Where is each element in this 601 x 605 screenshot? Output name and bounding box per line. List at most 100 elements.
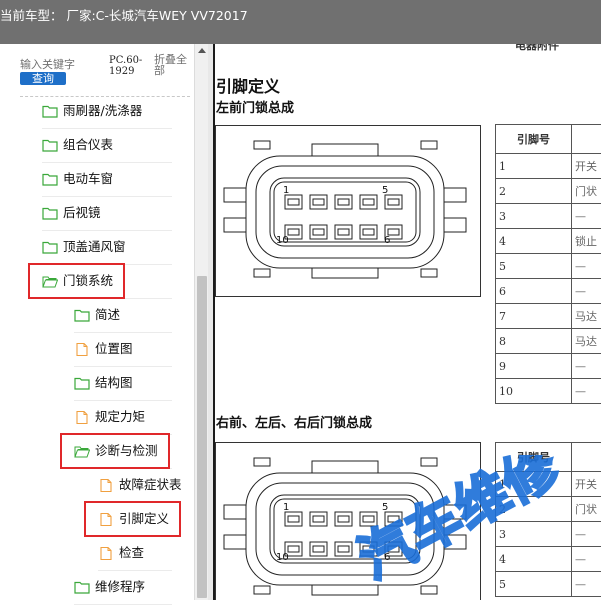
table-header-row: 引脚号 bbox=[496, 125, 601, 154]
pin-cell: 8 bbox=[496, 329, 572, 354]
table-row: 5— bbox=[496, 254, 601, 279]
table-header-row: 引脚号 bbox=[496, 443, 601, 472]
connector-pin-socket bbox=[338, 199, 349, 205]
scrollbar[interactable] bbox=[194, 44, 209, 600]
table-row: 4— bbox=[496, 547, 601, 572]
pin-number-label: 1 bbox=[283, 502, 289, 513]
divider bbox=[42, 230, 172, 231]
scroll-up-arrow-icon[interactable] bbox=[198, 48, 206, 53]
connector-tab bbox=[444, 535, 466, 549]
pin-cell: 2 bbox=[496, 497, 572, 522]
table-row: 9— bbox=[496, 354, 601, 379]
connector-tab bbox=[224, 188, 246, 202]
tree-panel: 输入关键字 查询 PC.60-1929 折叠全部 雨刷器/洗涤器组合仪表电动车窗… bbox=[0, 44, 195, 600]
folder-icon bbox=[74, 376, 90, 389]
document-code: PC.60-1929 bbox=[109, 55, 147, 77]
connector-pin-socket bbox=[388, 199, 399, 205]
table-row: 2门状 bbox=[496, 497, 601, 522]
definition-cell: 马达 bbox=[572, 329, 601, 354]
document-icon bbox=[98, 546, 114, 559]
definition-cell: 锁止 bbox=[572, 229, 601, 254]
table-row: 4锁止 bbox=[496, 229, 601, 254]
search-button[interactable]: 查询 bbox=[20, 72, 66, 85]
column-header bbox=[572, 443, 601, 472]
table-row: 5— bbox=[496, 572, 601, 597]
pin-number-label: 10 bbox=[276, 235, 289, 246]
connector-latch-bottom bbox=[312, 268, 378, 278]
connector-foot bbox=[421, 269, 437, 277]
tree-item-label: 简述 bbox=[95, 305, 120, 325]
pin-cell: 5 bbox=[496, 254, 572, 279]
connector-latch bbox=[312, 461, 378, 473]
tree-item-label: 电动车窗 bbox=[63, 169, 113, 189]
document-icon bbox=[98, 478, 114, 491]
connector-pin-socket bbox=[313, 199, 324, 205]
collapse-all-button[interactable]: 折叠全部 bbox=[154, 54, 192, 76]
highlight-box bbox=[84, 501, 181, 537]
connector-foot bbox=[254, 458, 270, 466]
tree-item-label: 雨刷器/洗涤器 bbox=[63, 101, 142, 121]
table-row: 6— bbox=[496, 279, 601, 304]
connector-foot bbox=[254, 586, 270, 594]
scroll-thumb[interactable] bbox=[197, 276, 207, 598]
divider bbox=[74, 400, 172, 401]
connector-pin-socket bbox=[313, 516, 324, 522]
definition-cell: 开关 bbox=[572, 154, 601, 179]
tree-item-label: 维修程序 bbox=[95, 577, 145, 597]
connector-diagram: 15106 bbox=[216, 126, 480, 296]
section-title: 引脚定义 bbox=[216, 73, 280, 97]
column-header bbox=[572, 125, 601, 154]
connector-tab bbox=[224, 505, 246, 519]
pin-cell: 10 bbox=[496, 379, 572, 404]
connector-foot bbox=[254, 141, 270, 149]
tree-item-label: 检查 bbox=[119, 543, 144, 563]
connector-foot bbox=[421, 458, 437, 466]
highlight-box bbox=[60, 433, 170, 469]
table-row: 1开关 bbox=[496, 154, 601, 179]
connector-diagram-2: 15106 bbox=[216, 443, 480, 600]
definition-cell: — bbox=[572, 572, 601, 597]
connector-latch bbox=[312, 144, 378, 156]
connector-face-inner bbox=[274, 182, 416, 242]
pin-cell: 4 bbox=[496, 229, 572, 254]
connector-pin-socket bbox=[288, 516, 299, 522]
tree-item-label: 故障症状表 bbox=[119, 475, 182, 495]
table-row: 8马达 bbox=[496, 329, 601, 354]
connector-figure-2: 15106 bbox=[215, 442, 481, 600]
pin-cell: 9 bbox=[496, 354, 572, 379]
connector-outer-shell bbox=[246, 473, 444, 585]
definition-cell: — bbox=[572, 547, 601, 572]
definition-cell: 开关 bbox=[572, 472, 601, 497]
definition-cell: — bbox=[572, 379, 601, 404]
divider bbox=[42, 128, 172, 129]
connector-foot bbox=[254, 269, 270, 277]
pin-cell: 1 bbox=[496, 472, 572, 497]
divider bbox=[74, 332, 172, 333]
table-row: 7马达 bbox=[496, 304, 601, 329]
pin-cell: 3 bbox=[496, 522, 572, 547]
definition-cell: 门状 bbox=[572, 179, 601, 204]
connector-figure: 15106 bbox=[215, 125, 481, 297]
column-header: 引脚号 bbox=[496, 443, 572, 472]
folder-icon bbox=[74, 308, 90, 321]
definition-cell: — bbox=[572, 254, 601, 279]
connector-tab bbox=[444, 188, 466, 202]
pin-cell: 5 bbox=[496, 572, 572, 597]
pin-number-label: 10 bbox=[276, 552, 289, 563]
connector-pin-socket bbox=[313, 546, 324, 552]
connector-face-inner bbox=[274, 499, 416, 559]
folder-icon bbox=[42, 104, 58, 117]
divider bbox=[42, 162, 172, 163]
connector-pin-socket bbox=[363, 546, 374, 552]
page-header: 电器附件 bbox=[515, 44, 559, 53]
connector-pin-socket bbox=[338, 546, 349, 552]
highlight-box bbox=[28, 263, 125, 299]
pin-table-1: 引脚号1开关2门状3—4锁止5—6—7马达8马达9—10— bbox=[495, 124, 601, 404]
document-viewer: 电器附件 引脚定义 左前门锁总成 15106 引脚号1开关2门状3—4锁止5—6… bbox=[208, 44, 601, 600]
search-input[interactable]: 输入关键字 bbox=[20, 56, 104, 72]
table-row: 2门状 bbox=[496, 179, 601, 204]
table-row: 10— bbox=[496, 379, 601, 404]
pin-number-label: 5 bbox=[382, 185, 388, 196]
definition-cell: 门状 bbox=[572, 497, 601, 522]
window-title: 当前车型： 厂家:C-长城汽车WEY VV72017 bbox=[0, 5, 248, 24]
